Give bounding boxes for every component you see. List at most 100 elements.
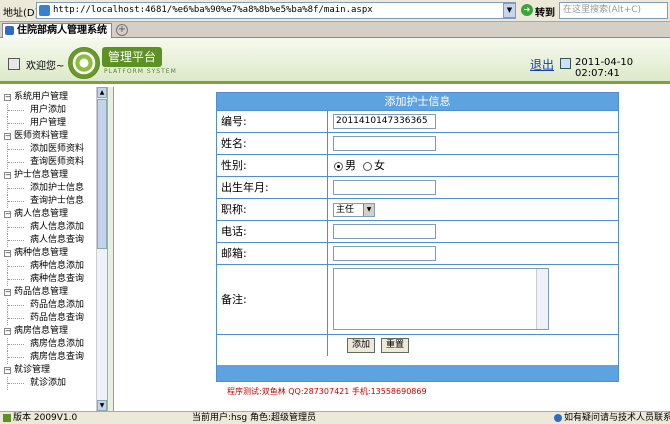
nav-item[interactable]: 药品信息添加	[7, 299, 96, 312]
nav-item[interactable]: 用户管理	[7, 117, 96, 130]
version-icon	[3, 413, 11, 422]
url-dropdown-icon[interactable]: ▼	[503, 3, 516, 18]
nav-group[interactable]: − 护士信息管理	[4, 169, 96, 182]
add-nurse-form: 添加护士信息 编号: 2011410147336365 姓名: 性别: 男 女 …	[216, 92, 619, 382]
go-button[interactable]: 转到	[535, 4, 555, 19]
gender-male-radio[interactable]: 男	[334, 159, 356, 172]
logo-icon	[68, 47, 100, 79]
row-birth: 出生年月:	[217, 176, 618, 198]
row-email: 邮箱:	[217, 242, 618, 264]
welcome-text: 欢迎您~	[26, 61, 65, 72]
help-text: 如有疑问请与技术人员联系	[554, 412, 670, 424]
tab-bar: 住院部病人管理系统 +	[0, 22, 670, 38]
textarea-scrollbar[interactable]	[536, 269, 548, 329]
tab-main[interactable]: 住院部病人管理系统	[2, 23, 112, 38]
collapse-icon[interactable]: −	[4, 211, 11, 218]
url-text: http://localhost:4681/%e6%ba%90%e7%a8%8b…	[53, 5, 373, 15]
id-input[interactable]: 2011410147336365	[333, 114, 436, 129]
scroll-down-icon[interactable]: ▼	[97, 400, 107, 411]
nav-item[interactable]: 添加医师资料	[7, 143, 96, 156]
gender-label: 性别:	[217, 155, 328, 176]
nav-group[interactable]: − 病房信息管理	[4, 325, 96, 338]
form-title: 添加护士信息	[217, 93, 618, 110]
user-icon	[8, 58, 20, 70]
collapse-icon[interactable]: −	[4, 172, 11, 179]
row-name: 姓名:	[217, 132, 618, 154]
logo-text: 管理平台	[102, 47, 162, 67]
id-label: 编号:	[217, 111, 328, 132]
reset-button[interactable]: 重置	[381, 338, 410, 353]
buttons-label-cell	[217, 335, 328, 356]
remark-textarea[interactable]	[333, 268, 549, 330]
nav-item[interactable]: 就诊添加	[7, 377, 96, 390]
nav-item[interactable]: 添加护士信息	[7, 182, 96, 195]
nav-item[interactable]: 病种信息添加	[7, 260, 96, 273]
logo-subtitle: PLATFORM SYSTEM	[104, 68, 177, 75]
collapse-icon[interactable]: −	[4, 250, 11, 257]
nav-tree: − 系统用户管理 用户添加 用户管理 − 医师资料管理 添加医师资料 查询医师资料 …	[4, 91, 96, 390]
nav-item[interactable]: 查询护士信息	[7, 195, 96, 208]
sidebar-scrollbar[interactable]: ▲ ▼	[96, 87, 107, 411]
credit-text: 程序测试:双鱼林 QQ:287307421 手机:13558690869	[227, 387, 427, 396]
current-user-text: 当前用户:hsg 角色:超级管理员	[192, 413, 317, 423]
scroll-thumb[interactable]	[97, 99, 107, 249]
add-button[interactable]: 添加	[347, 338, 376, 353]
nav-item[interactable]: 药品信息查询	[7, 312, 96, 325]
logout-link[interactable]: 退出	[530, 56, 554, 73]
phone-input[interactable]	[333, 224, 436, 239]
nav-item[interactable]: 病房信息添加	[7, 338, 96, 351]
title-field-label: 职称:	[217, 199, 328, 220]
nav-group[interactable]: − 系统用户管理	[4, 91, 96, 104]
email-label: 邮箱:	[217, 243, 328, 264]
info-icon	[554, 413, 562, 422]
new-tab-icon[interactable]: +	[116, 24, 128, 36]
row-phone: 电话:	[217, 220, 618, 242]
nav-item[interactable]: 病人信息查询	[7, 234, 96, 247]
search-input[interactable]: 在这里搜索(Alt+C)	[559, 2, 668, 19]
remark-label: 备注:	[217, 265, 328, 334]
row-title: 职称: 主任 ▼	[217, 198, 618, 220]
nav-group[interactable]: − 药品信息管理	[4, 286, 96, 299]
nav-group[interactable]: − 就诊管理	[4, 364, 96, 377]
page-icon	[39, 5, 50, 16]
address-bar: 地址(D) http://localhost:4681/%e6%ba%90%e7…	[0, 0, 670, 22]
datetime: 2011-04-10 02:07:41	[575, 57, 634, 79]
birth-input[interactable]	[333, 180, 436, 195]
collapse-icon[interactable]: −	[4, 367, 11, 374]
collapse-icon[interactable]: −	[4, 328, 11, 335]
scroll-up-icon[interactable]: ▲	[97, 87, 107, 98]
tab-title: 住院部病人管理系统	[17, 25, 107, 36]
phone-label: 电话:	[217, 221, 328, 242]
nav-item[interactable]: 病房信息查询	[7, 351, 96, 364]
go-arrow-icon[interactable]: ➜	[521, 4, 533, 16]
nav-group[interactable]: − 病种信息管理	[4, 247, 96, 260]
email-input[interactable]	[333, 246, 436, 261]
address-label: 地址(D)	[3, 8, 39, 19]
nav-group[interactable]: − 医师资料管理	[4, 130, 96, 143]
name-input[interactable]	[333, 136, 436, 151]
name-label: 姓名:	[217, 133, 328, 154]
form-footer	[217, 365, 618, 381]
url-input[interactable]: http://localhost:4681/%e6%ba%90%e7%a8%8b…	[36, 2, 516, 19]
chevron-down-icon[interactable]: ▼	[363, 204, 374, 216]
nav-item[interactable]: 病种信息查询	[7, 273, 96, 286]
nav-item[interactable]: 查询医师资料	[7, 156, 96, 169]
gender-female-radio[interactable]: 女	[363, 159, 385, 172]
row-gender: 性别: 男 女	[217, 154, 618, 176]
row-id: 编号: 2011410147336365	[217, 110, 618, 132]
calendar-icon	[560, 58, 571, 69]
sidebar: − 系统用户管理 用户添加 用户管理 − 医师资料管理 添加医师资料 查询医师资料 …	[0, 87, 108, 411]
frame-splitter[interactable]	[108, 87, 114, 411]
nav-item[interactable]: 病人信息添加	[7, 221, 96, 234]
collapse-icon[interactable]: −	[4, 133, 11, 140]
birth-label: 出生年月:	[217, 177, 328, 198]
app-header: 欢迎您~ 管理平台 PLATFORM SYSTEM 退出 2011-04-10 …	[0, 38, 670, 84]
nav-item[interactable]: 用户添加	[7, 104, 96, 117]
title-select[interactable]: 主任 ▼	[333, 203, 375, 217]
row-remark: 备注:	[217, 264, 618, 334]
status-bar: 版本 2009V1.0 当前用户:hsg 角色:超级管理员 如有疑问请与技术人员…	[0, 411, 670, 424]
nav-group[interactable]: − 病人信息管理	[4, 208, 96, 221]
collapse-icon[interactable]: −	[4, 94, 11, 101]
version-text: 版本 2009V1.0	[3, 412, 77, 424]
collapse-icon[interactable]: −	[4, 289, 11, 296]
